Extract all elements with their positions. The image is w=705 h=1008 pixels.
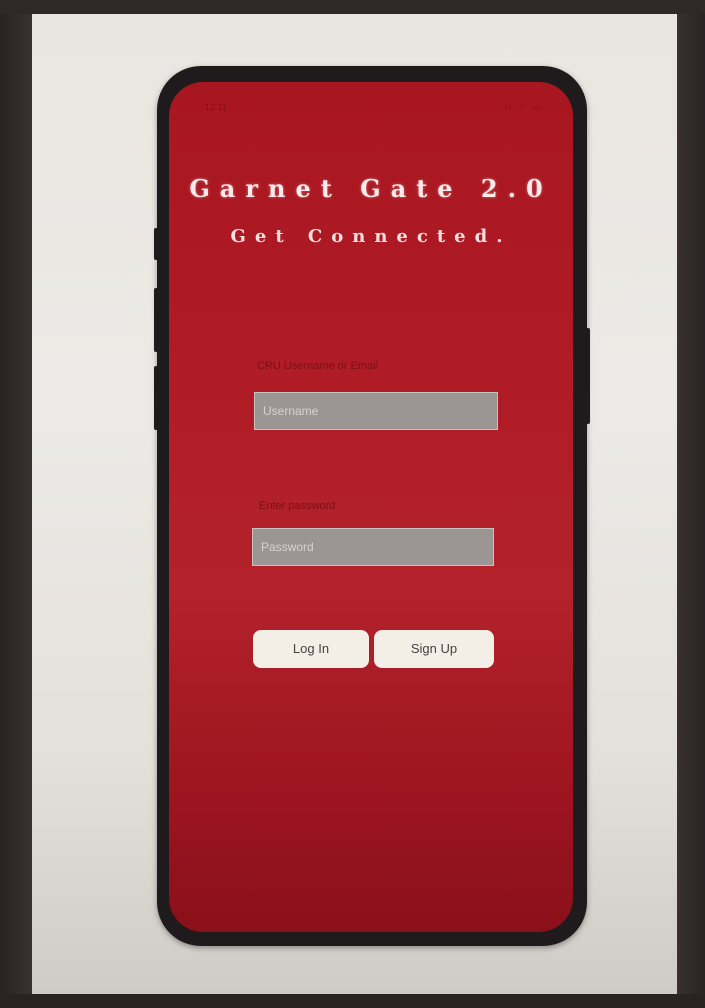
- password-input[interactable]: Password: [252, 528, 494, 566]
- monitor-frame-bottom: [0, 994, 705, 1008]
- phone-mockup: 12:11 ..ıl ⌔ ▭ Garnet Gate 2.0 Get Conne…: [154, 66, 590, 946]
- status-time: 12:11: [205, 102, 227, 112]
- phone-side-button-left-1: [154, 228, 158, 260]
- password-label: Enter password: [259, 500, 336, 512]
- status-icons: ..ıl ⌔ ▭: [495, 102, 543, 112]
- app-title: Garnet Gate 2.0: [189, 174, 553, 203]
- phone-side-button-left-2: [154, 288, 158, 352]
- phone-side-button-left-3: [154, 366, 158, 430]
- login-button[interactable]: Log In: [253, 630, 369, 668]
- username-label: CRU Username or Email: [257, 360, 379, 372]
- phone-screen: 12:11 ..ıl ⌔ ▭ Garnet Gate 2.0 Get Conne…: [169, 82, 573, 932]
- monitor-frame-top: [0, 0, 705, 14]
- monitor-frame-right: [677, 0, 705, 1008]
- app-subtitle: Get Connected.: [230, 226, 512, 247]
- phone-side-button-right: [586, 328, 590, 424]
- monitor-frame-left: [0, 0, 32, 1008]
- signup-button[interactable]: Sign Up: [374, 630, 494, 668]
- username-input[interactable]: Username: [254, 392, 498, 430]
